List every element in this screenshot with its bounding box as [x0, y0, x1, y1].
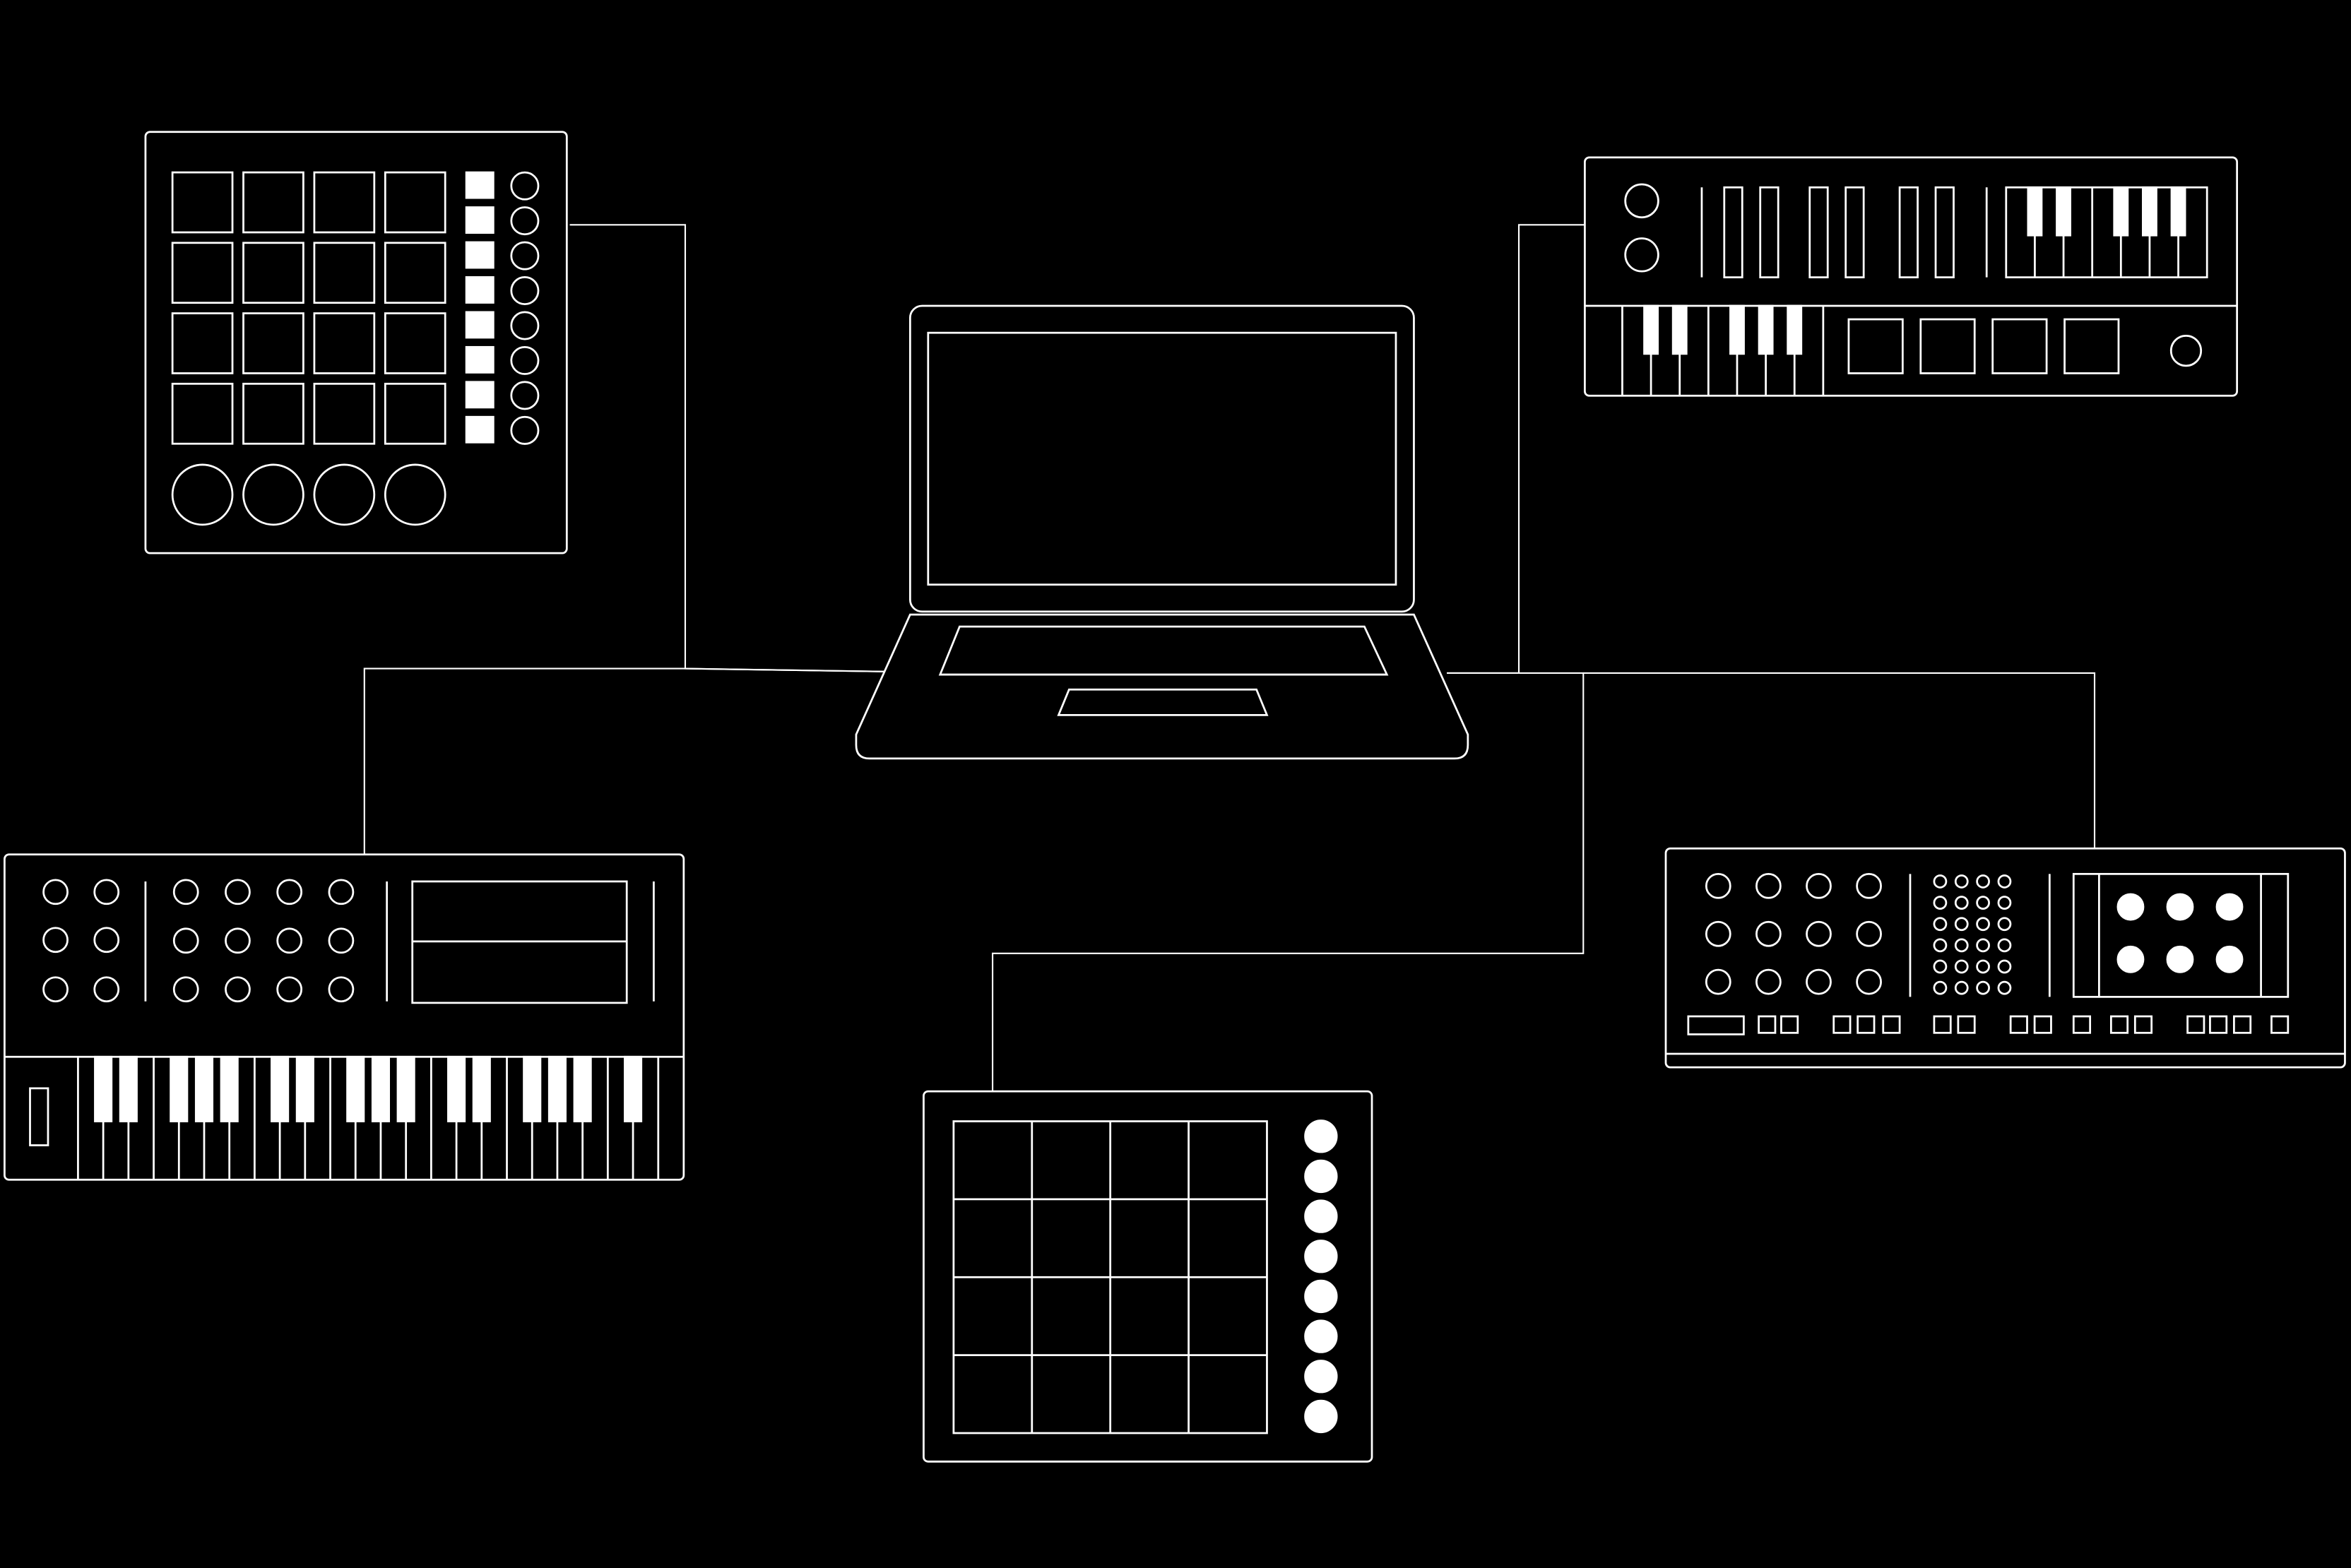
led-button [465, 171, 495, 199]
upper-black-key [2056, 186, 2071, 237]
trigger-button [2116, 893, 2145, 921]
key-black-key [170, 1055, 189, 1122]
lower-black-key [1787, 304, 1803, 355]
trigger-button [2215, 893, 2244, 921]
led-button [465, 381, 495, 409]
scene-button [1304, 1319, 1338, 1353]
key-black-key [573, 1055, 592, 1122]
led-button [465, 345, 495, 374]
background [0, 0, 2351, 1568]
trigger-button [2166, 893, 2194, 921]
upper-black-key [2113, 186, 2129, 237]
trigger-button [2166, 945, 2194, 973]
scene-button [1304, 1159, 1338, 1194]
led-button [465, 206, 495, 234]
scene-button [1304, 1119, 1338, 1153]
key-black-key [447, 1055, 466, 1122]
scene-button [1304, 1360, 1338, 1394]
key-black-key [547, 1055, 567, 1122]
connection-diagram [0, 0, 2351, 1568]
key-black-key [523, 1055, 542, 1122]
key-black-key [194, 1055, 214, 1122]
key-black-key [371, 1055, 391, 1122]
lower-black-key [1643, 304, 1659, 355]
led-button [465, 241, 495, 269]
key-black-key [295, 1055, 314, 1122]
key-black-key [346, 1055, 365, 1122]
key-black-key [472, 1055, 491, 1122]
scene-button [1304, 1199, 1338, 1233]
key-black-key [119, 1055, 138, 1122]
key-black-key [271, 1055, 290, 1122]
led-button [465, 311, 495, 339]
lower-black-key [1758, 304, 1774, 355]
lower-black-key [1671, 304, 1688, 355]
upper-black-key [2027, 186, 2043, 237]
trigger-button [2116, 945, 2145, 973]
led-button [465, 415, 495, 444]
scene-button [1304, 1399, 1338, 1434]
key-black-key [94, 1055, 113, 1122]
key-black-key [220, 1055, 239, 1122]
diagram-canvas [0, 0, 2351, 1568]
lower-black-key [1729, 304, 1745, 355]
scene-button [1304, 1279, 1338, 1314]
upper-black-key [2170, 186, 2186, 237]
trigger-button [2215, 945, 2244, 973]
upper-black-key [2142, 186, 2157, 237]
key-black-key [624, 1055, 643, 1122]
led-button [465, 276, 495, 304]
key-black-key [396, 1055, 415, 1122]
scene-button [1304, 1240, 1338, 1273]
